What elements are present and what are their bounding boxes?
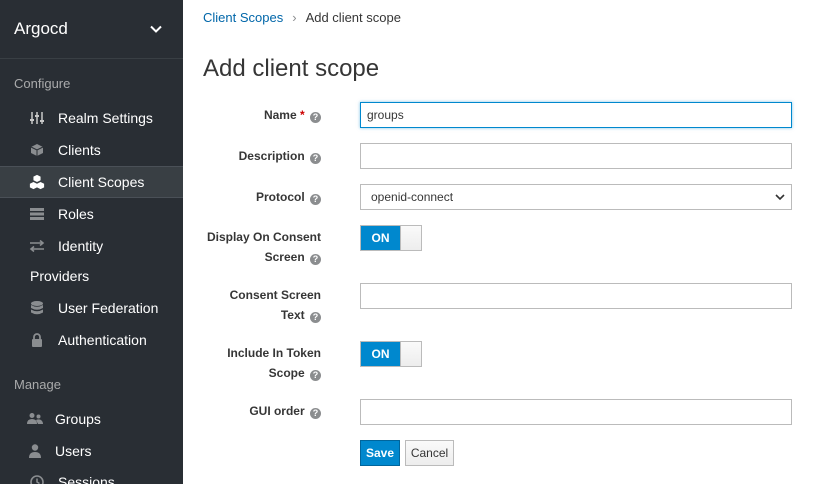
display-on-consent-label: Display On Consent Screen ?: [207, 227, 321, 267]
name-label: Name * ?: [264, 105, 321, 125]
sidebar-item-users[interactable]: Users: [0, 435, 183, 467]
save-button[interactable]: Save: [360, 440, 400, 466]
sidebar-item-label: Sessions: [58, 474, 115, 484]
include-in-token-label: Include In Token Scope ?: [227, 343, 321, 383]
sidebar-item-groups[interactable]: Groups: [0, 403, 183, 435]
list-icon: [29, 206, 45, 222]
description-label: Description ?: [239, 146, 321, 166]
realm-selector[interactable]: Argocd: [0, 0, 183, 59]
sidebar-item-label: Client Scopes: [58, 174, 145, 190]
sidebar-item-sessions[interactable]: Sessions: [0, 466, 183, 484]
help-icon[interactable]: ?: [310, 194, 321, 205]
protocol-selected-value: openid-connect: [371, 190, 454, 204]
consent-text-label-line1: Consent Screen: [229, 288, 321, 302]
sidebar-item-label-wrap[interactable]: Providers: [30, 268, 89, 284]
help-icon[interactable]: ?: [310, 370, 321, 381]
help-icon[interactable]: ?: [310, 408, 321, 419]
sidebar-item-label: Realm Settings: [58, 110, 153, 126]
description-label-text: Description: [238, 149, 305, 163]
page-title: Add client scope: [203, 55, 380, 82]
help-icon[interactable]: ?: [310, 153, 321, 164]
clock-icon: [29, 474, 45, 484]
toggle-knob: [400, 226, 421, 250]
sliders-icon: [29, 110, 45, 126]
lock-icon: [29, 332, 45, 348]
section-configure-label: Configure: [14, 76, 71, 91]
users-icon: [27, 411, 43, 427]
name-label-text: Name: [263, 108, 297, 122]
gui-order-input[interactable]: [360, 399, 792, 425]
sidebar-item-label: User Federation: [58, 300, 159, 316]
display-on-consent-label-line1: Display On Consent: [206, 230, 321, 244]
consent-text-label-line2: Text: [280, 308, 305, 322]
form-row-consent-text: Consent Screen Text ?: [183, 283, 835, 325]
form-row-display-on-consent: Display On Consent Screen ? ON: [183, 225, 835, 267]
user-icon: [27, 443, 43, 459]
realm-name: Argocd: [14, 19, 68, 38]
help-icon[interactable]: ?: [310, 254, 321, 265]
toggle-on-label: ON: [361, 342, 400, 366]
gui-order-label-text: GUI order: [249, 404, 305, 418]
toggle-knob: [400, 342, 421, 366]
form-row-gui-order: GUI order ?: [183, 399, 835, 425]
include-in-token-toggle[interactable]: ON: [360, 341, 422, 367]
include-in-token-label-line1: Include In Token: [227, 346, 321, 360]
sidebar-item-client-scopes[interactable]: Client Scopes: [0, 166, 183, 198]
display-on-consent-toggle[interactable]: ON: [360, 225, 422, 251]
form-row-protocol: Protocol ? openid-connect: [183, 184, 835, 210]
protocol-select[interactable]: openid-connect: [360, 184, 792, 210]
sidebar-item-label: Authentication: [58, 332, 147, 348]
sidebar-item-user-federation[interactable]: User Federation: [0, 292, 183, 324]
form-row-name: Name * ?: [183, 102, 835, 128]
chevron-down-icon: [150, 25, 162, 33]
description-input[interactable]: [360, 143, 792, 169]
consent-text-label: Consent Screen Text ?: [230, 285, 321, 325]
name-input[interactable]: [360, 102, 792, 128]
sidebar-item-identity-providers[interactable]: Identity: [0, 230, 183, 262]
sidebar-item-clients[interactable]: Clients: [0, 134, 183, 166]
sidebar-item-label: Users: [55, 443, 92, 459]
sidebar-item-label: Groups: [55, 411, 101, 427]
cancel-button[interactable]: Cancel: [405, 440, 454, 466]
breadcrumb: Client Scopes › Add client scope: [203, 10, 401, 25]
chevron-down-icon: [775, 194, 785, 201]
help-icon[interactable]: ?: [310, 112, 321, 123]
cube-icon: [29, 142, 45, 158]
breadcrumb-separator: ›: [292, 10, 297, 25]
display-on-consent-label-line2: Screen: [264, 250, 305, 264]
required-marker: *: [299, 108, 305, 122]
breadcrumb-current: Add client scope: [305, 10, 401, 25]
sidebar-item-authentication[interactable]: Authentication: [0, 324, 183, 356]
sidebar-item-realm-settings[interactable]: Realm Settings: [0, 102, 183, 134]
toggle-on-label: ON: [361, 226, 400, 250]
exchange-icon: [29, 238, 45, 254]
breadcrumb-client-scopes-link[interactable]: Client Scopes: [203, 10, 283, 25]
sidebar-item-label: Roles: [58, 206, 94, 222]
include-in-token-label-line2: Scope: [268, 366, 305, 380]
gui-order-label: GUI order ?: [249, 401, 321, 421]
sidebar-item-label: Clients: [58, 142, 101, 158]
protocol-label: Protocol ?: [256, 187, 321, 207]
sidebar-item-label: Identity: [58, 238, 104, 254]
database-icon: [29, 300, 45, 316]
sidebar-item-roles[interactable]: Roles: [0, 198, 183, 230]
sidebar: Argocd Configure Realm Settings Clients …: [0, 0, 183, 484]
form-row-description: Description ?: [183, 143, 835, 169]
consent-text-input[interactable]: [360, 283, 792, 309]
protocol-label-text: Protocol: [255, 190, 305, 204]
cubes-icon: [29, 174, 45, 190]
main-content: Client Scopes › Add client scope Add cli…: [183, 0, 835, 484]
help-icon[interactable]: ?: [310, 312, 321, 323]
section-manage-label: Manage: [14, 377, 61, 392]
form-row-include-in-token: Include In Token Scope ? ON: [183, 341, 835, 383]
